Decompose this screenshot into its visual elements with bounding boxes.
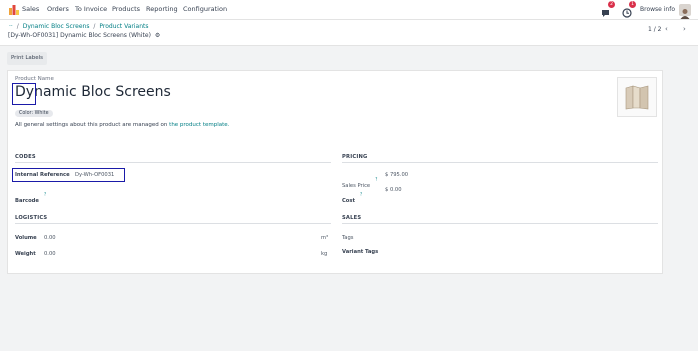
variant-tags-label: Variant Tags: [342, 249, 379, 255]
menu-configuration[interactable]: Configuration: [183, 5, 227, 13]
cost-row: Cost ?: [342, 187, 362, 206]
print-labels-button[interactable]: Print Labels: [7, 52, 47, 65]
product-template-link[interactable]: the product template.: [169, 122, 229, 128]
pager-value[interactable]: 1 / 2: [648, 26, 661, 33]
tags-label: Tags: [342, 235, 354, 241]
weight-label: Weight: [15, 251, 36, 257]
menu-reporting[interactable]: Reporting: [146, 5, 178, 13]
cost-help-icon[interactable]: ?: [360, 192, 362, 197]
focus-highlight-internal-ref: [12, 168, 125, 182]
breadcrumb-current: [Dy-Wh-OF0031] Dynamic Bloc Screens (Whi…: [8, 32, 160, 39]
app-name[interactable]: Sales: [22, 5, 39, 13]
menu-orders[interactable]: Orders: [47, 5, 69, 13]
weight-field[interactable]: 0.00: [44, 251, 56, 257]
chat-badge: 2: [608, 1, 615, 8]
breadcrumb-product[interactable]: Dynamic Bloc Screens: [23, 23, 90, 30]
logistics-divider: [15, 223, 331, 224]
breadcrumb-back-icon[interactable]: ··: [9, 23, 13, 30]
weight-unit: kg: [321, 251, 328, 257]
logistics-section-title: LOGISTICS: [15, 215, 48, 221]
sales-price-field[interactable]: $ 795.00: [385, 172, 408, 178]
cost-label: Cost: [342, 198, 355, 204]
pager-next-icon[interactable]: ›: [683, 25, 686, 33]
product-image[interactable]: [617, 77, 657, 117]
record-title: [Dy-Wh-OF0031] Dynamic Bloc Screens (Whi…: [8, 32, 151, 39]
user-avatar[interactable]: [679, 4, 691, 19]
breadcrumb-variants[interactable]: Product Variants: [99, 23, 148, 30]
activity-badge: 1: [629, 1, 636, 8]
breadcrumb: ·· / Dynamic Bloc Screens / Product Vari…: [9, 23, 149, 30]
menu-to-invoice[interactable]: To Invoice: [75, 5, 107, 13]
top-navbar: Sales Orders To Invoice Products Reporti…: [0, 0, 698, 20]
clock-icon: [622, 8, 632, 18]
variant-tag: Color: White: [15, 110, 53, 117]
sales-section-title: SALES: [342, 215, 362, 221]
volume-label: Volume: [15, 235, 37, 241]
menu-products[interactable]: Products: [112, 5, 140, 13]
sales-price-help-icon[interactable]: ?: [375, 177, 377, 182]
gear-icon[interactable]: ⚙: [155, 32, 160, 39]
volume-unit: m³: [321, 235, 329, 241]
codes-divider: [15, 162, 331, 163]
chat-icon: [602, 10, 609, 17]
barcode-help-icon[interactable]: ?: [44, 192, 46, 197]
pricing-section-title: PRICING: [342, 154, 368, 160]
sales-divider: [342, 223, 658, 224]
user-avatar-icon: [680, 9, 690, 19]
pager-prev-icon[interactable]: ‹: [665, 25, 668, 33]
template-note: All general settings about this product …: [15, 122, 229, 128]
volume-field[interactable]: 0.00: [44, 235, 56, 241]
barcode-label: Barcode: [15, 198, 39, 204]
barcode-row: Barcode ?: [15, 187, 46, 206]
product-name-field[interactable]: Dynamic Bloc Screens: [15, 84, 171, 100]
form-sheet: Product Name Dynamic Bloc Screens Color:…: [7, 70, 663, 274]
focus-highlight-title: [12, 83, 36, 105]
folding-screen-icon: [625, 85, 649, 110]
codes-section-title: CODES: [15, 154, 36, 160]
control-panel: ·· / Dynamic Bloc Screens / Product Vari…: [0, 20, 698, 46]
pricing-divider: [342, 162, 658, 163]
cost-field[interactable]: $ 0.00: [385, 187, 402, 193]
product-name-label: Product Name: [15, 76, 54, 82]
company-name[interactable]: Browse info: [640, 6, 675, 13]
template-note-text: All general settings about this product …: [15, 122, 168, 128]
app-logo-icon[interactable]: [9, 5, 19, 15]
